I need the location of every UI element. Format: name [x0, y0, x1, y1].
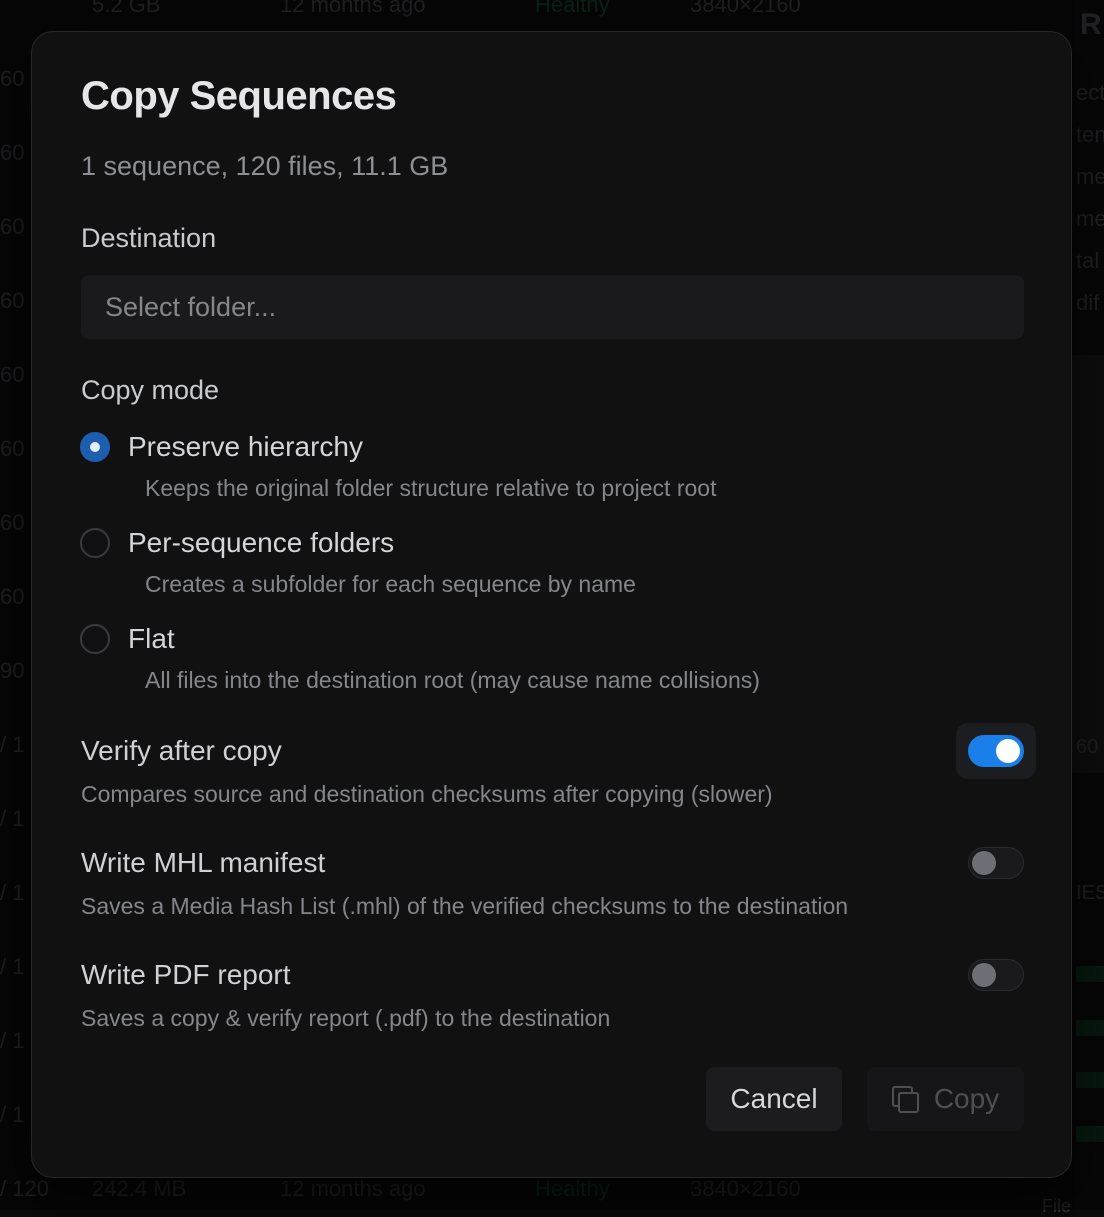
- mhl-toggle-wrap: [956, 835, 1036, 891]
- radio-description: All files into the destination root (may…: [145, 667, 760, 693]
- write-pdf-report-label: Write PDF report: [81, 959, 291, 990]
- copy-icon: [891, 1086, 919, 1113]
- radio-option-preserve-hierarchy[interactable]: Preserve hierarchy: [80, 429, 363, 465]
- copy-sequences-dialog: Copy Sequences 1 sequence, 120 files, 11…: [31, 31, 1072, 1178]
- radio-label: Flat: [128, 623, 175, 654]
- copy-button-label: Copy: [933, 1083, 1000, 1114]
- copy-mode-label: Copy mode: [81, 375, 220, 405]
- dialog-title: Copy Sequences: [81, 74, 397, 118]
- radio-button[interactable]: [80, 528, 110, 558]
- radio-description: Creates a subfolder for each sequence by…: [145, 571, 636, 597]
- toggle-knob: [972, 851, 996, 875]
- verify-after-copy-toggle[interactable]: [968, 735, 1024, 767]
- dialog-summary: 1 sequence, 120 files, 11.1 GB: [81, 151, 449, 181]
- radio-button[interactable]: [80, 624, 110, 654]
- radio-option-per-sequence-folders[interactable]: Per-sequence folders: [80, 525, 394, 561]
- radio-label: Preserve hierarchy: [128, 431, 363, 462]
- write-mhl-manifest-toggle[interactable]: [968, 847, 1024, 879]
- radio-button-selected[interactable]: [80, 432, 110, 462]
- verify-after-copy-label: Verify after copy: [81, 735, 282, 766]
- verify-toggle-focus-ring: [956, 723, 1036, 779]
- write-pdf-report-description: Saves a copy & verify report (.pdf) to t…: [81, 1005, 611, 1031]
- write-mhl-manifest-description: Saves a Media Hash List (.mhl) of the ve…: [81, 893, 849, 919]
- radio-label: Per-sequence folders: [128, 527, 395, 558]
- radio-option-flat[interactable]: Flat: [80, 621, 175, 657]
- cancel-button[interactable]: Cancel: [706, 1067, 842, 1131]
- pdf-toggle-wrap: [956, 947, 1036, 1003]
- destination-label: Destination: [81, 223, 217, 253]
- write-pdf-report-toggle[interactable]: [968, 959, 1024, 991]
- destination-folder-input[interactable]: [81, 275, 1024, 339]
- write-mhl-manifest-label: Write MHL manifest: [81, 847, 326, 878]
- toggle-knob: [996, 739, 1020, 763]
- copy-button[interactable]: Copy: [867, 1067, 1024, 1131]
- verify-after-copy-description: Compares source and destination checksum…: [81, 781, 773, 807]
- cancel-button-label: Cancel: [730, 1083, 818, 1114]
- radio-description: Keeps the original folder structure rela…: [145, 475, 717, 501]
- toggle-knob: [972, 963, 996, 987]
